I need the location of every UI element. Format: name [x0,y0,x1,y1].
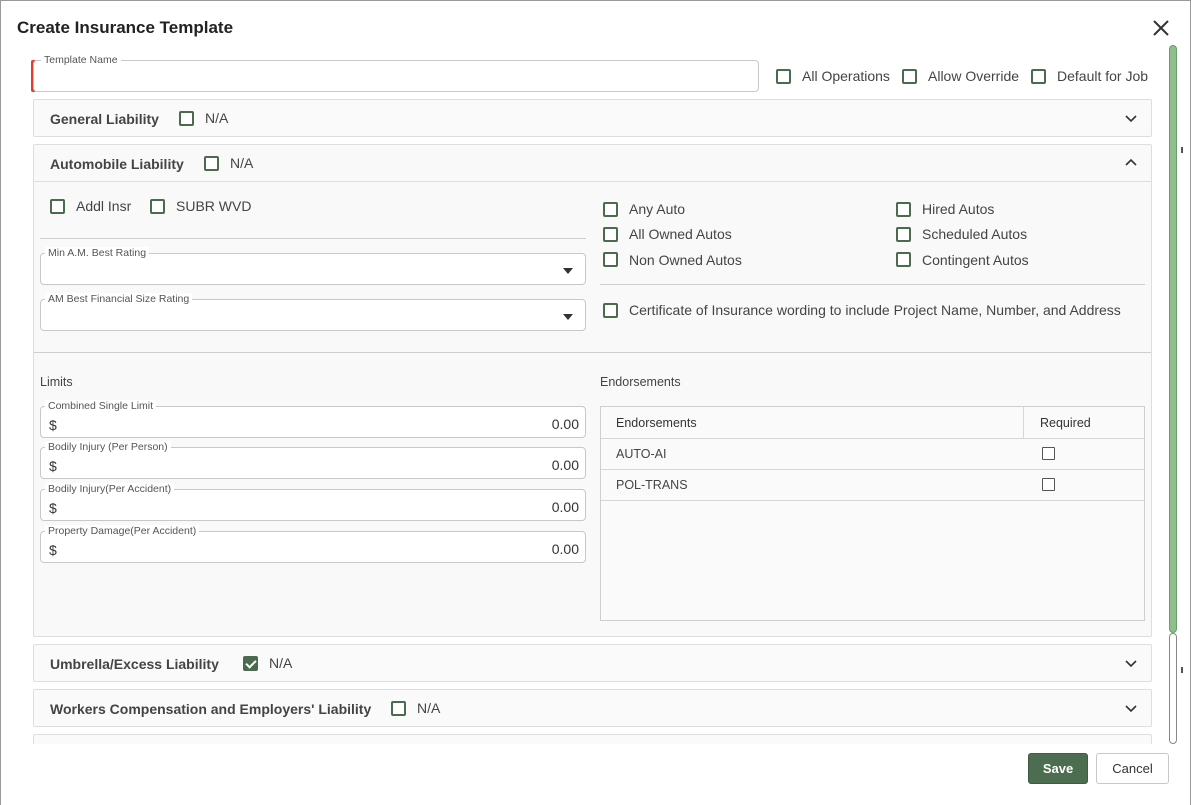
scroll-tick [1181,147,1183,153]
section-title: Umbrella/Excess Liability [50,656,219,672]
limit-value: 0.00 [551,541,579,557]
subr-wvd-checkbox[interactable] [150,199,165,214]
all-owned-autos-checkbox[interactable] [603,227,618,242]
pol-trans-required-checkbox[interactable] [1042,478,1055,491]
scheduled-autos-label: Scheduled Autos [922,226,1028,242]
bodily-injury-per-accident-label: Bodily Injury(Per Accident) [45,483,175,495]
all-operations-label: All Operations [802,68,890,84]
addl-insr-checkbox[interactable] [50,199,65,214]
create-insurance-template-dialog: Create Insurance Template Template Name … [0,0,1191,805]
currency-symbol: $ [49,542,57,558]
auto-ai-required-checkbox[interactable] [1042,447,1055,460]
section-title: General Liability [50,111,159,127]
all-owned-autos-label: All Owned Autos [629,226,732,242]
umbrella-excess-liability-header[interactable]: Umbrella/Excess Liability N/A [34,645,1151,682]
general-liability-na-checkbox[interactable] [179,111,194,126]
certificate-wording-checkbox[interactable] [603,303,618,318]
general-liability-section: General Liability N/A [33,99,1152,137]
divider [34,352,1151,353]
scrollbar-thumb[interactable] [1169,45,1177,633]
any-auto-checkbox[interactable] [603,202,618,217]
next-section-partial [33,734,1152,744]
chevron-down-icon[interactable] [1125,702,1137,714]
section-title: Automobile Liability [50,156,184,172]
certificate-wording-label: Certificate of Insurance wording to incl… [629,302,1121,318]
column-divider [1023,407,1024,438]
chevron-down-icon[interactable] [1125,657,1137,669]
divider [600,284,1145,285]
divider [40,238,586,239]
automobile-liability-header[interactable]: Automobile Liability N/A [34,145,1151,182]
na-label: N/A [205,110,229,126]
chevron-down-icon[interactable] [1125,112,1137,124]
limit-value: 0.00 [551,457,579,473]
row-divider [601,469,1144,470]
automobile-liability-na-checkbox[interactable] [204,156,219,171]
default-for-job-checkbox[interactable] [1031,69,1046,84]
workers-comp-na-checkbox[interactable] [391,701,406,716]
workers-compensation-header[interactable]: Workers Compensation and Employers' Liab… [34,690,1151,727]
hired-autos-checkbox[interactable] [896,202,911,217]
endorsement-name: POL-TRANS [616,478,688,492]
bodily-injury-per-person-label: Bodily Injury (Per Person) [45,441,171,453]
vertical-scrollbar[interactable] [1168,45,1177,744]
default-for-job-label: Default for Job [1057,68,1149,84]
hired-autos-label: Hired Autos [922,201,995,217]
save-button[interactable]: Save [1028,753,1088,784]
non-owned-autos-label: Non Owned Autos [629,252,742,268]
property-damage-per-accident-label: Property Damage(Per Accident) [45,525,200,537]
dialog-title: Create Insurance Template [17,18,234,37]
non-owned-autos-checkbox[interactable] [603,252,618,267]
na-label: N/A [269,655,293,671]
template-name-label: Template Name [41,54,121,66]
na-label: N/A [230,155,254,171]
all-operations-checkbox[interactable] [776,69,791,84]
na-label: N/A [417,700,441,716]
am-best-financial-size-label: AM Best Financial Size Rating [45,293,193,305]
endorsements-table: Endorsements Required AUTO-AI POL-TRANS [600,406,1145,621]
addl-insr-label: Addl Insr [76,198,132,214]
min-am-best-rating-label: Min A.M. Best Rating [45,247,150,259]
endorsements-heading: Endorsements [600,375,681,389]
scheduled-autos-checkbox[interactable] [896,227,911,242]
combined-single-limit-label: Combined Single Limit [45,400,157,412]
general-liability-header[interactable]: General Liability N/A [34,100,1151,137]
limit-value: 0.00 [551,416,579,432]
scrollbar-lower-track [1169,633,1177,744]
row-divider [601,500,1144,501]
dialog-scroll-area: Template Name All Operations Allow Overr… [1,45,1166,744]
allow-override-checkbox[interactable] [902,69,917,84]
subr-wvd-label: SUBR WVD [176,198,252,214]
template-name-field[interactable] [33,60,759,92]
chevron-up-icon[interactable] [1125,157,1137,169]
limit-value: 0.00 [551,499,579,515]
any-auto-label: Any Auto [629,201,686,217]
currency-symbol: $ [49,500,57,516]
workers-compensation-section: Workers Compensation and Employers' Liab… [33,689,1152,727]
column-header-required: Required [1040,416,1091,430]
dropdown-arrow-icon [563,314,573,320]
umbrella-excess-liability-section: Umbrella/Excess Liability N/A [33,644,1152,682]
contingent-autos-checkbox[interactable] [896,252,911,267]
scroll-tick [1181,667,1183,673]
currency-symbol: $ [49,458,57,474]
column-header-endorsements: Endorsements [616,416,697,430]
row-divider [601,438,1144,439]
close-icon[interactable] [1151,18,1171,38]
endorsement-name: AUTO-AI [616,447,667,461]
contingent-autos-label: Contingent Autos [922,252,1029,268]
cancel-button[interactable]: Cancel [1096,753,1169,784]
dialog-footer: Save Cancel [1,744,1190,805]
allow-override-label: Allow Override [928,68,1020,84]
currency-symbol: $ [49,417,57,433]
limits-heading: Limits [40,375,73,389]
umbrella-na-checkbox[interactable] [243,656,258,671]
section-title: Workers Compensation and Employers' Liab… [50,701,372,717]
dropdown-arrow-icon [563,268,573,274]
